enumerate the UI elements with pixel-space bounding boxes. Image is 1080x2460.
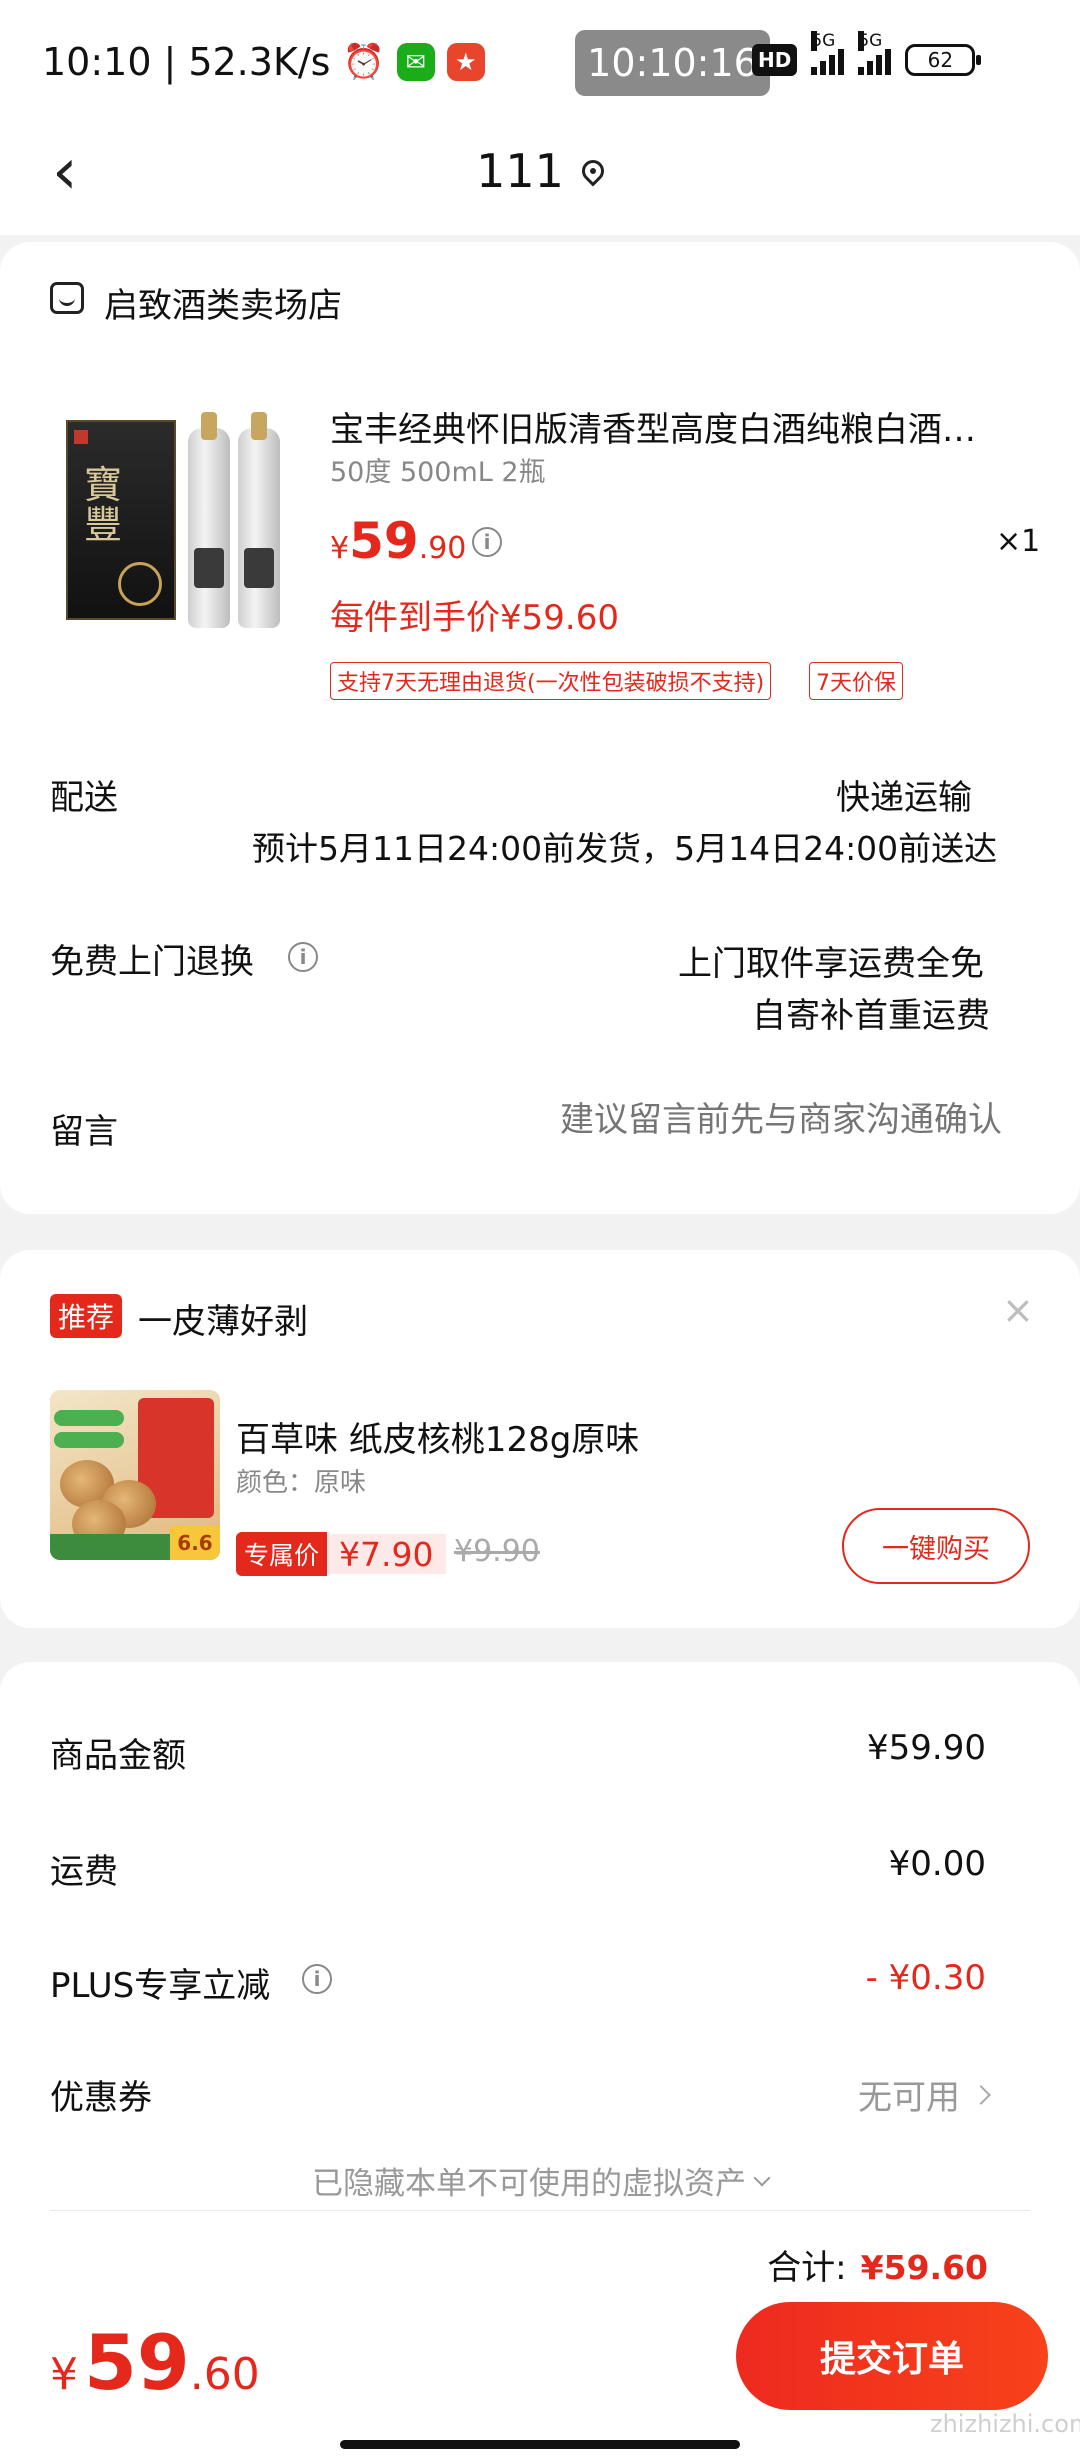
shipping-estimate: 预计5月11日24:00前发货，5月14日24:00前送达 (252, 829, 998, 868)
unit-final-price: 每件到手价¥59.60 (330, 598, 619, 638)
quantity: ×1 (996, 524, 1041, 559)
divider (50, 2210, 1030, 2211)
message-label: 留言 (50, 1112, 118, 1152)
product-spec: 50度 500mL 2瓶 (330, 457, 546, 488)
alarm-icon: ⏰ (342, 42, 385, 82)
total-value: ¥59.60 (860, 2248, 988, 2287)
summary-card: 商品金额 ¥59.90 运费 ¥0.00 PLUS专享立减 i - ¥0.30 … (0, 1662, 1080, 2460)
recommend-card: 推荐 一皮薄好剥 × 6.6 百草味 纸皮核桃128g原味 颜色：原味 专属价 … (0, 1250, 1080, 1628)
status-time: 10:10 (42, 40, 152, 84)
price-protect-tag: 7天价保 (809, 662, 903, 700)
hidden-assets-text: 已隐藏本单不可使用的虚拟资产 (312, 2166, 746, 2202)
close-icon[interactable]: × (1002, 1288, 1034, 1332)
product-price: ¥ 59 .90 (330, 512, 467, 570)
plus-discount-value: - ¥0.30 (865, 1958, 986, 1998)
goods-amount-label: 商品金额 (50, 1736, 186, 1776)
recommend-item-name[interactable]: 百草味 纸皮核桃128g原味 (236, 1412, 639, 1461)
wechat-icon: ✉ (396, 43, 435, 81)
exclusive-price-badge: 专属价 (236, 1532, 328, 1576)
recommend-image[interactable]: 6.6 (50, 1390, 220, 1560)
recommend-price-box: 专属价 ¥7.90 (236, 1532, 446, 1576)
chevron-right-icon (971, 2084, 991, 2105)
price-info-icon[interactable]: i (472, 527, 502, 557)
free-return-label: 免费上门退换 (50, 942, 254, 982)
shipping-label: 配送 (50, 778, 118, 818)
recommend-price: ¥7.90 (327, 1534, 446, 1574)
hidden-assets-toggle[interactable]: 已隐藏本单不可使用的虚拟资产 (0, 2158, 1080, 2203)
return-policy-tag: 支持7天无理由退货(一次性包装破损不支持) (330, 662, 772, 700)
status-speed: 52.3K/s (188, 40, 331, 84)
coupon-label: 优惠券 (50, 2078, 152, 2118)
status-right: HD 5G 5G 62 (752, 31, 982, 76)
watermark: zhizhizhi.com (930, 2410, 1080, 2438)
store-icon (50, 282, 84, 314)
message-input[interactable] (530, 1100, 1002, 1140)
hd-icon: HD (752, 44, 798, 76)
total-line: 合计: ¥59.60 (767, 2240, 988, 2289)
status-left: 10:10 | 52.3K/s ⏰ ✉ ★ (42, 40, 485, 84)
app-notification-icon: ★ (446, 43, 485, 81)
freight-value: ¥0.00 (888, 1844, 986, 1884)
return-desc-1: 上门取件享运费全免 (678, 944, 984, 984)
chevron-down-icon (753, 2169, 771, 2186)
location-icon (577, 155, 609, 187)
home-indicator[interactable] (340, 2440, 740, 2449)
pay-amount: ¥ 59 .60 (50, 2318, 260, 2407)
goods-amount-value: ¥59.90 (867, 1728, 986, 1768)
floating-clock: 10:10:16 (575, 30, 770, 96)
recommend-old-price: ¥9.90 (454, 1534, 540, 1569)
signal-icon: 5G (811, 31, 845, 75)
return-info-icon[interactable]: i (288, 942, 318, 972)
recommend-item-spec: 颜色：原味 (236, 1468, 367, 1498)
total-label: 合计: (767, 2248, 847, 2288)
freight-label: 运费 (50, 1852, 118, 1892)
signal-icon-2: 5G (858, 31, 892, 75)
submit-order-button[interactable]: 提交订单 (736, 2302, 1048, 2410)
shipping-method[interactable]: 快递运输 (836, 770, 972, 819)
coupon-value: 无可用 (858, 2078, 960, 2118)
plus-discount-label: PLUS专享立减 (50, 1966, 271, 2006)
recommend-badge: 推荐 (50, 1294, 123, 1338)
product-image[interactable]: 寶豐 (60, 402, 290, 632)
store-name[interactable]: 启致酒类卖场店 (104, 278, 342, 327)
address-title[interactable]: 111 (0, 144, 1080, 198)
one-click-buy-button[interactable]: 一键购买 (842, 1508, 1030, 1584)
order-card: 启致酒类卖场店 寶豐 宝丰经典怀旧版清香型高度白酒纯粮白酒… 50度 500mL… (0, 242, 1080, 1214)
recommend-title: 一皮薄好剥 (138, 1302, 308, 1342)
plus-info-icon[interactable]: i (302, 1964, 332, 1994)
return-desc-2: 自寄补首重运费 (752, 996, 990, 1036)
address-text: 111 (476, 144, 564, 198)
battery-icon: 62 (905, 44, 982, 76)
coupon-selector[interactable]: 无可用 (858, 2070, 991, 2119)
nav-bar: ‹ 111 (0, 110, 1080, 235)
product-title[interactable]: 宝丰经典怀旧版清香型高度白酒纯粮白酒… (330, 402, 1030, 451)
